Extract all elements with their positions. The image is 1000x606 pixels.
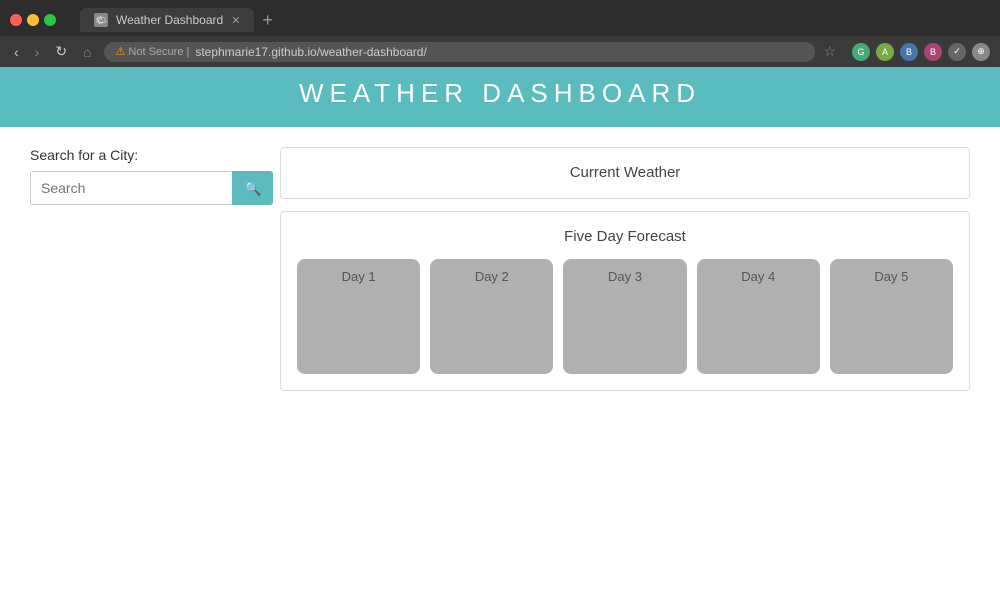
tab-title: Weather Dashboard	[116, 13, 223, 27]
current-weather-title: Current Weather	[570, 164, 681, 181]
tab-bar: 🌤 Weather Dashboard ✕ +	[80, 8, 990, 32]
browser-chrome: 🌤 Weather Dashboard ✕ + ‹ › ↻ ⌂ ⚠ Not Se…	[0, 0, 1000, 60]
page-content: WEATHER DASHBOARD Search for a City: 🔍 C…	[0, 60, 1000, 606]
forecast-cards: Day 1 Day 2 Day 3 Day 4 Day 5	[297, 259, 953, 374]
minimize-window-button[interactable]	[27, 14, 39, 26]
nav-bar: ‹ › ↻ ⌂ ⚠ Not Secure | stephmarie17.gith…	[0, 36, 1000, 67]
day5-label: Day 5	[874, 269, 908, 284]
warning-icon: ⚠	[116, 45, 126, 58]
search-row: 🔍	[30, 171, 260, 205]
maximize-window-button[interactable]	[44, 14, 56, 26]
right-panel: Current Weather Five Day Forecast Day 1 …	[280, 147, 970, 391]
page-title: WEATHER DASHBOARD	[0, 78, 1000, 109]
title-bar: 🌤 Weather Dashboard ✕ +	[0, 0, 1000, 36]
bookmark-icon[interactable]: ☆	[823, 43, 836, 60]
security-label: Not Secure	[128, 46, 183, 58]
new-tab-button[interactable]: +	[254, 10, 281, 31]
main-content: Search for a City: 🔍 Current Weather Fiv…	[0, 127, 1000, 411]
url-separator: |	[186, 46, 189, 58]
forecast-card-day4: Day 4	[697, 259, 820, 374]
toolbar-icons: G A B B ✓ ⊕	[852, 43, 990, 61]
left-panel: Search for a City: 🔍	[30, 147, 260, 391]
day4-label: Day 4	[741, 269, 775, 284]
forecast-card-day1: Day 1	[297, 259, 420, 374]
back-button[interactable]: ‹	[10, 42, 23, 62]
forecast-section: Five Day Forecast Day 1 Day 2 Day 3 Day …	[280, 211, 970, 391]
tab-close-button[interactable]: ✕	[231, 14, 240, 27]
active-tab[interactable]: 🌤 Weather Dashboard ✕	[80, 8, 254, 32]
url-bar[interactable]: ⚠ Not Secure | stephmarie17.github.io/we…	[104, 42, 816, 62]
page-header: WEATHER DASHBOARD	[0, 60, 1000, 127]
reload-button[interactable]: ↻	[51, 41, 71, 62]
day3-label: Day 3	[608, 269, 642, 284]
tab-favicon: 🌤	[94, 13, 108, 27]
extension-icon-6[interactable]: ⊕	[972, 43, 990, 61]
forward-button[interactable]: ›	[31, 42, 44, 62]
security-badge: ⚠ Not Secure |	[116, 45, 190, 58]
extension-icon-1[interactable]: G	[852, 43, 870, 61]
url-text: stephmarie17.github.io/weather-dashboard…	[195, 45, 426, 59]
forecast-title: Five Day Forecast	[297, 228, 953, 245]
forecast-card-day2: Day 2	[430, 259, 553, 374]
current-weather-section: Current Weather	[280, 147, 970, 199]
close-window-button[interactable]	[10, 14, 22, 26]
search-input[interactable]	[30, 171, 232, 205]
search-button[interactable]: 🔍	[232, 171, 273, 205]
home-button[interactable]: ⌂	[79, 42, 95, 62]
extension-icon-5[interactable]: ✓	[948, 43, 966, 61]
extension-icon-3[interactable]: B	[900, 43, 918, 61]
forecast-card-day3: Day 3	[563, 259, 686, 374]
forecast-card-day5: Day 5	[830, 259, 953, 374]
search-icon: 🔍	[244, 180, 261, 197]
search-label: Search for a City:	[30, 147, 260, 163]
traffic-lights	[10, 14, 56, 26]
day2-label: Day 2	[475, 269, 509, 284]
extension-icon-4[interactable]: B	[924, 43, 942, 61]
extension-icon-2[interactable]: A	[876, 43, 894, 61]
day1-label: Day 1	[342, 269, 376, 284]
